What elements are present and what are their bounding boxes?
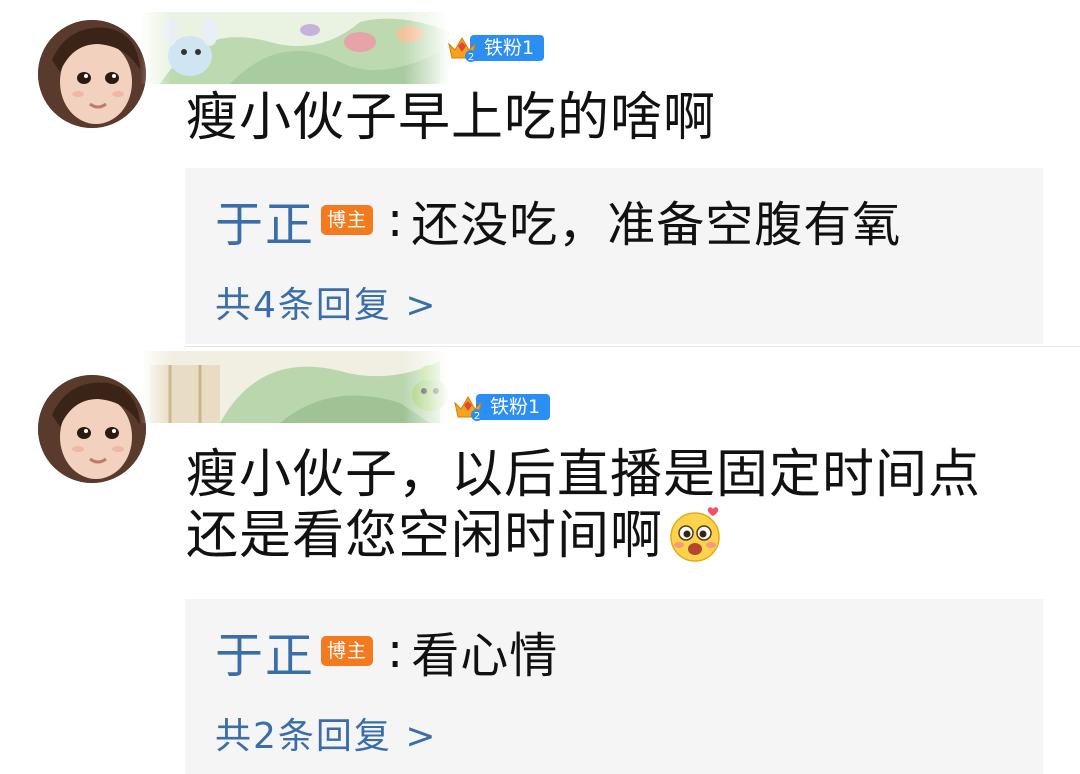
view-more-replies-link[interactable]: 共2条回复 > — [215, 707, 438, 759]
comment-text-line-with-emoji: 还是看您空闲时间啊 — [186, 505, 1046, 566]
reply-author[interactable]: 于正 — [215, 616, 315, 686]
comment-item: 2 铁粉1 瘦小伙子早上吃的啥啊 于正 博主 : 还没吃，准备空腹有氧 共4条回… — [0, 0, 1080, 346]
avatar-image — [38, 375, 146, 483]
reply-colon: : — [387, 623, 404, 679]
comment-text-line: 还是看您空闲时间啊 — [186, 506, 664, 566]
view-more-replies-link[interactable]: 共4条回复 > — [215, 276, 438, 328]
fan-level-badge: 2 铁粉1 — [452, 391, 551, 423]
blogger-badge: 博主 — [321, 205, 374, 235]
laughing-face-emoji-icon — [667, 505, 725, 563]
crown-icon: 2 — [446, 32, 478, 64]
user-avatar[interactable] — [38, 375, 146, 483]
reply-colon: : — [387, 192, 404, 248]
comment-text-line: 瘦小伙子，以后直播是固定时间点 — [186, 445, 982, 505]
blogger-badge: 博主 — [321, 636, 374, 666]
reply-line: 于正 博主 : 看心情 — [215, 616, 559, 686]
user-avatar[interactable] — [38, 20, 146, 128]
svg-text:2: 2 — [468, 52, 474, 63]
fan-level-badge: 2 铁粉1 — [446, 32, 545, 64]
fan-level-label: 铁粉1 — [470, 35, 545, 61]
reply-text: 看心情 — [411, 628, 559, 684]
comment-text: 瘦小伙子，以后直播是固定时间点 还是看您空闲时间啊 — [186, 445, 1046, 566]
comment-list: 2 铁粉1 瘦小伙子早上吃的啥啊 于正 博主 : 还没吃，准备空腹有氧 共4条回… — [0, 0, 1080, 774]
avatar-image — [38, 20, 146, 128]
fan-level-label: 铁粉1 — [476, 394, 551, 420]
reply-preview[interactable]: 于正 博主 : 看心情 共2条回复 > — [185, 599, 1043, 774]
reply-text: 还没吃，准备空腹有氧 — [411, 197, 902, 253]
reply-line: 于正 博主 : 还没吃，准备空腹有氧 — [215, 185, 902, 255]
username-decoration-image — [140, 12, 450, 84]
reply-author[interactable]: 于正 — [215, 185, 315, 255]
svg-text:2: 2 — [474, 411, 480, 422]
crown-icon: 2 — [452, 391, 484, 423]
username-decoration-image — [140, 351, 450, 423]
reply-preview[interactable]: 于正 博主 : 还没吃，准备空腹有氧 共4条回复 > — [185, 168, 1043, 344]
comment-text: 瘦小伙子早上吃的啥啊 — [186, 88, 717, 148]
comment-item: 2 铁粉1 瘦小伙子，以后直播是固定时间点 还是看您空闲时间啊 于正 博主: … — [0, 347, 1080, 774]
